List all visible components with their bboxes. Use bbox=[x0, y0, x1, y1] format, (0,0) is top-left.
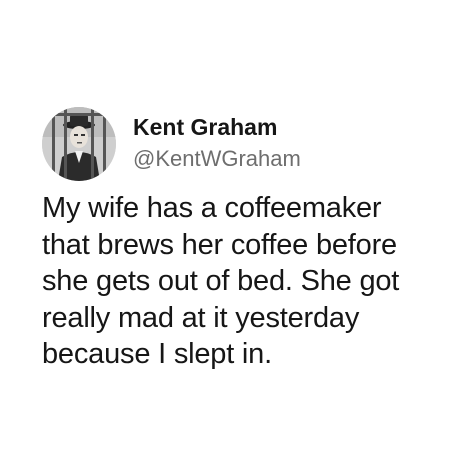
tweet-text-line: she gets out of bed. She got bbox=[42, 265, 400, 297]
tweet-text-line: My wife has a coffeemaker bbox=[42, 192, 382, 224]
profile-photo-icon bbox=[42, 107, 116, 181]
tweet-text-line: because I slept in. bbox=[42, 338, 272, 370]
user-handle[interactable]: @KentWGraham bbox=[133, 146, 301, 172]
tweet-text: My wife has a coffeemaker that brews her… bbox=[42, 190, 442, 373]
tweet-card: Kent Graham @KentWGraham My wife has a c… bbox=[0, 0, 474, 474]
tweet-text-line: that brews her coffee before bbox=[42, 228, 397, 261]
tweet-text-line: really mad at it yesterday bbox=[42, 301, 360, 334]
avatar[interactable] bbox=[42, 107, 116, 181]
display-name[interactable]: Kent Graham bbox=[133, 113, 277, 141]
